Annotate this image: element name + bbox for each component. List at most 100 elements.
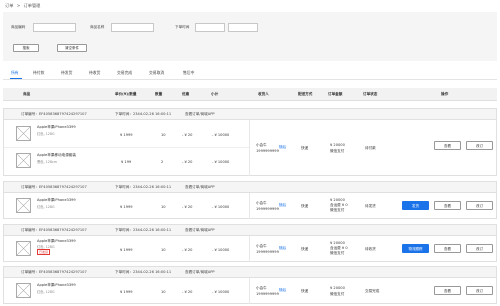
view-order-button[interactable]: 查看	[434, 141, 461, 150]
delivery-method: 快递	[301, 204, 309, 208]
payment-method: 微信支付	[330, 251, 345, 255]
start-date-input[interactable]	[195, 23, 225, 32]
product-qty: 10	[161, 205, 166, 209]
order-time: 下单时间：2344-02-26 16:00:11	[115, 270, 172, 274]
product-price: ¥ 199	[121, 160, 132, 164]
order-status: 待发货	[365, 204, 376, 208]
product-price: ¥ 1999	[120, 133, 133, 137]
column-header-delivery: 配送方式	[298, 92, 313, 96]
column-header-amount: 订单金额	[328, 92, 343, 96]
column-header-discount: 优惠	[182, 92, 190, 96]
ship-button[interactable]: 发货	[402, 201, 429, 210]
payment-method: 微信支付	[330, 292, 345, 296]
product-price: ¥ 1999	[120, 248, 133, 252]
tab-cancelled[interactable]: 交易取消	[149, 70, 164, 76]
order-card: 订单编号：EF4058368797424297107 下单时间：2344-02-…	[3, 224, 497, 262]
product-subtotal: - ¥ 10000	[212, 133, 230, 137]
edit-order-button[interactable]: 改订	[466, 286, 493, 295]
view-order-button[interactable]: 查看	[434, 286, 461, 295]
receiver-phone: 1999999999	[256, 292, 279, 296]
track-logistics-button[interactable]: 物流跟踪	[402, 244, 429, 253]
receiver-detail-link[interactable]: 随后	[279, 288, 286, 293]
order-header: 订单编号：EF4058368797424297107 下单时间：2344-02-…	[4, 109, 496, 120]
order-source[interactable]: 查看订单/商城APP	[185, 185, 215, 190]
order-time-label: 下单时间	[175, 25, 190, 29]
product-subtotal: - ¥ 10000	[212, 290, 230, 294]
column-divider	[249, 193, 250, 219]
breadcrumb-current: 订单管理	[23, 3, 41, 8]
table-header: 商品 单价(¥)/数量 数量 优惠 小计 收货人 配送方式 订单金额 订单状态 …	[3, 88, 497, 101]
column-header-price: 单价(¥)/数量	[115, 92, 137, 96]
end-date-input[interactable]	[228, 23, 258, 32]
order-status: 待付款	[365, 146, 376, 150]
column-header-subtotal: 小计	[211, 92, 219, 96]
product-subtotal: - ¥ 10000	[212, 160, 230, 164]
product-qty: 10	[161, 248, 166, 252]
delivery-method: 快递	[301, 247, 309, 251]
receiver-detail-link[interactable]: 随后	[279, 145, 286, 150]
product-name[interactable]: Apple苹果iPhone3399	[37, 283, 76, 288]
product-qty: 10	[161, 290, 166, 294]
tab-pending-payment[interactable]: 待付款	[33, 70, 44, 76]
product-name-input[interactable]	[111, 23, 154, 32]
order-card: 订单编号：EF4058368797424297107 下单时间：2344-02-…	[3, 266, 497, 304]
product-qty: 10	[161, 133, 166, 137]
product-discount: - ¥ 20	[182, 205, 193, 209]
receiver-phone: 1999999999	[256, 207, 279, 211]
product-spec: 红色, 128G	[37, 132, 55, 136]
search-button[interactable]: 搜索	[13, 44, 39, 52]
product-spec: 黑色, 128cm	[37, 160, 58, 164]
product-row: Apple苹果iPhone3399 红色, 128G ¥ 1999 10 - ¥…	[4, 120, 249, 148]
product-name[interactable]: Apple苹果iPhone3399	[37, 125, 76, 130]
edit-order-button[interactable]: 改订	[466, 244, 493, 253]
order-source[interactable]: 查看订单/商城APP	[185, 112, 215, 117]
receiver-name: 小会牛	[256, 286, 267, 290]
order-header: 订单编号：EF4058368797424297107 下单时间：2344-02-…	[4, 267, 496, 278]
order-time: 下单时间：2344-02-26 16:00:11	[115, 185, 172, 189]
order-header: 订单编号：EF4058368797424297107 下单时间：2344-02-…	[4, 225, 496, 236]
view-order-button[interactable]: 查看	[434, 201, 461, 210]
product-price: ¥ 1999	[120, 205, 133, 209]
order-source[interactable]: 查看订单/商城APP	[185, 228, 215, 233]
breadcrumb-separator: >	[16, 3, 21, 8]
column-header-actions: 操作	[441, 92, 449, 96]
receiver-detail-link[interactable]: 随后	[279, 203, 286, 208]
order-number: 订单编号：EF4058368797424297107	[21, 270, 87, 274]
tab-completed[interactable]: 交易完成	[117, 70, 132, 76]
product-name[interactable]: Apple苹果iPhone3399	[37, 198, 76, 203]
tab-after-sales[interactable]: 售后中	[183, 70, 194, 76]
order-header: 订单编号：EF4058368797424297107 下单时间：2344-02-…	[4, 182, 496, 193]
breadcrumb-root[interactable]: 订单	[5, 3, 13, 8]
column-header-qty: 数量	[155, 92, 163, 96]
product-image	[16, 126, 31, 141]
delivery-method: 快递	[301, 289, 309, 293]
receiver-detail-link[interactable]: 随后	[279, 246, 286, 251]
tab-pending-shipment[interactable]: 待发货	[61, 70, 72, 76]
receiver-name: 小会牛	[256, 143, 267, 147]
order-source[interactable]: 查看订单/商城APP	[185, 270, 215, 275]
column-divider	[249, 236, 250, 262]
product-subtotal: - ¥ 10000	[212, 248, 230, 252]
receiver-phone: 1999999999	[256, 149, 279, 153]
filter-panel: 商品编码 商品名称 下单时间 搜索 清空条件	[3, 12, 497, 61]
edit-order-button[interactable]: 改订	[466, 201, 493, 210]
edit-order-button[interactable]: 改订	[466, 141, 493, 150]
order-amount: ¥ 20000	[330, 198, 345, 202]
product-discount: - ¥ 20	[182, 290, 193, 294]
clear-filters-button[interactable]: 清空条件	[57, 44, 87, 52]
order-amount: ¥ 20000	[330, 241, 345, 245]
product-subtotal: - ¥ 10000	[212, 205, 230, 209]
status-tabs: 所有 待付款 待发货 待收货 交易完成 交易取消 售后中	[3, 68, 497, 80]
product-name[interactable]: Apple苹果移动电源套装	[37, 153, 76, 158]
product-name-label: 商品名称	[90, 25, 105, 29]
column-divider	[249, 120, 250, 176]
order-no-input[interactable]	[33, 23, 76, 32]
payment-method: 微信支付	[330, 149, 345, 153]
product-row: Apple苹果iPhone3399 红色, 128G ¥ 1999 10 - ¥…	[4, 278, 249, 304]
order-time: 下单时间：2344-02-26 16:00:11	[115, 112, 172, 116]
tab-pending-receipt[interactable]: 待收货	[89, 70, 100, 76]
tab-all[interactable]: 所有	[11, 70, 19, 76]
shipped-tag: 已发货	[37, 249, 51, 255]
product-row: Apple苹果移动电源套装 黑色, 128cm ¥ 199 2 - ¥ 20 -…	[4, 148, 249, 176]
view-order-button[interactable]: 查看	[434, 244, 461, 253]
